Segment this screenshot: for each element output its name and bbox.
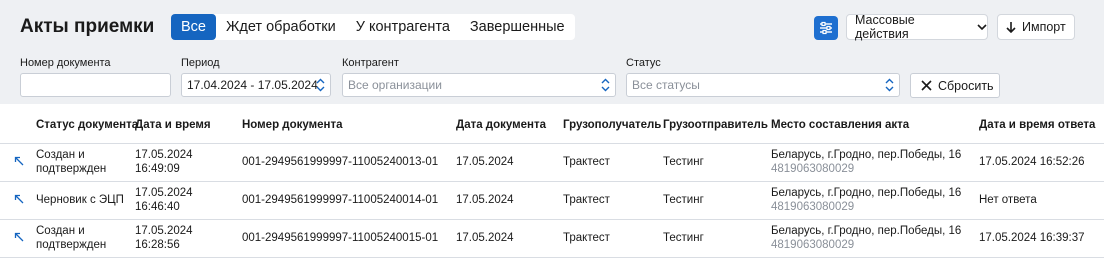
period-select[interactable]: 17.04.2024 - 17.05.2024	[181, 73, 331, 97]
counterparty-label: Контрагент	[342, 57, 399, 69]
counterparty-select[interactable]: Все организации	[342, 73, 616, 97]
row-doc-date: 17.05.2024	[456, 194, 514, 206]
open-arrow-icon[interactable]	[14, 194, 24, 204]
tab-all[interactable]: Все	[171, 14, 216, 40]
chevron-down-icon	[977, 20, 987, 34]
counterparty-placeholder: Все организации	[348, 78, 442, 92]
row-doc-number: 001-2949561999997-11005240014-01	[242, 194, 439, 206]
updown-chevron-icon	[601, 78, 610, 92]
col-shipper[interactable]: Грузоотправитель	[663, 119, 768, 131]
toolbar: Акты приемки Все Ждет обработки У контра…	[0, 0, 1104, 104]
row-response: Нет ответа	[979, 194, 1037, 206]
status-tabs: Все Ждет обработки У контрагента Заверше…	[171, 14, 575, 40]
tab-at-counterparty[interactable]: У контрагента	[346, 14, 460, 40]
status-placeholder: Все статусы	[632, 78, 700, 92]
import-button[interactable]: Импорт	[997, 14, 1075, 40]
arrow-down-icon	[1006, 21, 1016, 33]
table-row[interactable]: Создан и подтвержден 17.05.2024 16:49:09 0…	[0, 144, 1104, 182]
open-arrow-icon[interactable]	[14, 156, 24, 166]
row-doc-date: 17.05.2024	[456, 232, 514, 244]
column-settings-button[interactable]	[814, 16, 838, 40]
row-shipper: Тестинг	[663, 156, 704, 168]
row-consignee: Трактест	[563, 232, 610, 244]
doc-number-label: Номер документа	[20, 57, 111, 69]
row-shipper: Тестинг	[663, 194, 704, 206]
tab-pending[interactable]: Ждет обработки	[216, 14, 346, 40]
doc-number-input[interactable]	[20, 73, 171, 97]
row-doc-number: 001-2949561999997-11005240013-01	[242, 156, 439, 168]
close-icon	[921, 80, 932, 91]
status-label: Статус	[626, 57, 661, 69]
period-value: 17.04.2024 - 17.05.2024	[187, 78, 318, 92]
sliders-icon	[819, 21, 833, 35]
row-place: Беларусь, г.Гродно, пер.Победы, 16 481906…	[771, 225, 962, 251]
table-header: Статус документа Дата и время Номер доку…	[0, 104, 1104, 144]
updown-chevron-icon	[885, 78, 894, 92]
status-select[interactable]: Все статусы	[626, 73, 900, 97]
row-status: Создан и подтвержден	[36, 149, 107, 175]
bulk-actions-label: Массовые действия	[855, 13, 915, 41]
row-status: Черновик с ЭЦП	[36, 194, 124, 206]
table-row[interactable]: Создан и подтвержден 17.05.2024 16:28:56 0…	[0, 220, 1104, 258]
col-consignee[interactable]: Грузополучатель	[563, 119, 661, 131]
row-status: Создан и подтвержден	[36, 225, 107, 251]
row-datetime: 17.05.2024 16:49:09	[135, 149, 193, 175]
col-datetime[interactable]: Дата и время	[135, 119, 211, 131]
open-arrow-icon[interactable]	[14, 232, 24, 242]
row-response: 17.05.2024 16:39:37	[979, 232, 1085, 244]
bulk-actions-button[interactable]: Массовые действия	[846, 13, 988, 41]
tab-completed[interactable]: Завершенные	[460, 14, 575, 40]
col-status[interactable]: Статус документа	[36, 119, 138, 131]
reset-filters-button[interactable]: Сбросить	[910, 73, 1000, 98]
row-shipper: Тестинг	[663, 232, 704, 244]
period-label: Период	[181, 57, 220, 69]
row-datetime: 17.05.2024 16:28:56	[135, 225, 193, 251]
import-label: Импорт	[1022, 20, 1066, 34]
row-place: Беларусь, г.Гродно, пер.Победы, 16 481906…	[771, 149, 962, 175]
row-doc-date: 17.05.2024	[456, 156, 514, 168]
col-response[interactable]: Дата и время ответа	[979, 119, 1095, 131]
col-doc-number[interactable]: Номер документа	[242, 119, 343, 131]
row-consignee: Трактест	[563, 156, 610, 168]
row-datetime: 17.05.2024 16:46:40	[135, 187, 193, 213]
row-doc-number: 001-2949561999997-11005240015-01	[242, 232, 439, 244]
col-doc-date[interactable]: Дата документа	[456, 119, 546, 131]
row-response: 17.05.2024 16:52:26	[979, 156, 1085, 168]
reset-label: Сбросить	[938, 78, 994, 93]
table-row[interactable]: Черновик с ЭЦП 17.05.2024 16:46:40 001-29…	[0, 182, 1104, 220]
row-place: Беларусь, г.Гродно, пер.Победы, 16 481906…	[771, 187, 962, 213]
row-consignee: Трактест	[563, 194, 610, 206]
page-title: Акты приемки	[20, 16, 155, 37]
col-place[interactable]: Место составления акта	[771, 119, 909, 131]
updown-chevron-icon	[316, 78, 325, 92]
